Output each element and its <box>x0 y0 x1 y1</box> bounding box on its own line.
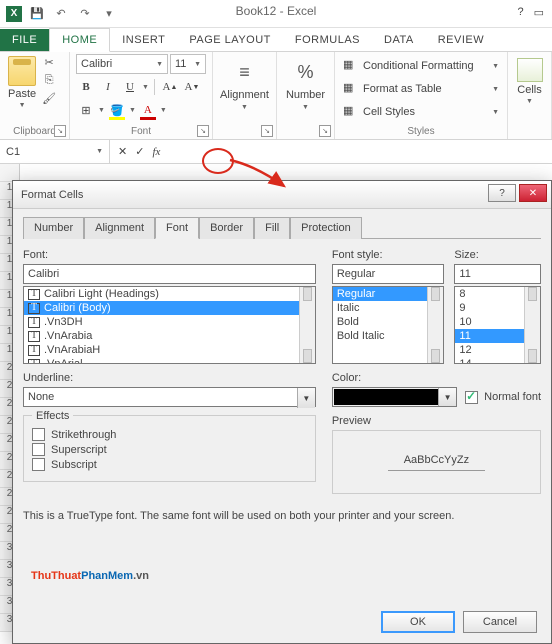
number-dialog-launcher[interactable]: ↘ <box>319 125 331 137</box>
truetype-icon: T <box>28 331 40 342</box>
excel-icon: X <box>6 6 22 22</box>
color-label: Color: <box>332 372 541 384</box>
preview-box: AaBbCcYyZz <box>332 430 541 494</box>
cancel-formula-icon[interactable]: ✕ <box>118 145 127 158</box>
name-box[interactable]: C1▼ <box>0 140 110 163</box>
tab-home[interactable]: HOME <box>49 28 110 52</box>
ribbon-options-icon[interactable]: ▭ <box>534 6 544 19</box>
cell-styles-button[interactable]: ▦Cell Styles▼ <box>343 102 499 122</box>
strikethrough-checkbox[interactable]: Strikethrough <box>32 428 307 441</box>
cells-icon <box>517 58 543 82</box>
conditional-formatting-button[interactable]: ▦Conditional Formatting▼ <box>343 56 499 76</box>
font-listbox[interactable]: TCalibri Light (Headings) TCalibri (Body… <box>23 286 316 364</box>
cells-button[interactable]: Cells ▼ <box>514 54 545 109</box>
superscript-checkbox[interactable]: Superscript <box>32 443 307 456</box>
tab-data[interactable]: DATA <box>372 29 426 51</box>
paste-button[interactable]: Paste ▼ <box>6 54 38 111</box>
tab-insert[interactable]: INSERT <box>110 29 177 51</box>
alignment-dialog-launcher[interactable]: ↘ <box>261 125 273 137</box>
number-button[interactable]: % Number ▼ <box>283 54 328 111</box>
clipboard-dialog-launcher[interactable]: ↘ <box>54 125 66 137</box>
bold-button[interactable]: B <box>76 77 96 97</box>
paste-icon <box>8 56 36 86</box>
shrink-font-button[interactable]: A▼ <box>182 77 202 97</box>
qat-dropdown-icon[interactable]: ▾ <box>100 5 118 23</box>
cancel-button[interactable]: Cancel <box>463 611 537 633</box>
size-label: Size: <box>454 249 541 261</box>
preview-label: Preview <box>332 415 541 427</box>
scrollbar[interactable] <box>524 287 540 363</box>
format-as-table-button[interactable]: ▦Format as Table▼ <box>343 79 499 99</box>
chevron-down-icon[interactable]: ▼ <box>297 388 315 408</box>
tab-file[interactable]: FILE <box>0 29 49 51</box>
border-button[interactable]: ⊞ <box>76 100 96 120</box>
font-style-label: Font style: <box>332 249 445 261</box>
dlg-tab-alignment[interactable]: Alignment <box>84 217 155 239</box>
alignment-icon: ≡ <box>231 58 259 86</box>
help-icon[interactable]: ? <box>517 6 523 19</box>
font-description: This is a TrueType font. The same font w… <box>23 510 541 522</box>
underline-label: Underline: <box>23 372 316 384</box>
undo-icon[interactable]: ↶ <box>52 5 70 23</box>
effects-label: Effects <box>32 410 73 422</box>
styles-label: Styles <box>341 124 501 139</box>
dialog-close-button[interactable]: ✕ <box>519 184 547 202</box>
truetype-icon: T <box>28 345 40 356</box>
dlg-tab-number[interactable]: Number <box>23 217 84 239</box>
scrollbar[interactable] <box>427 287 443 363</box>
redo-icon[interactable]: ↷ <box>76 5 94 23</box>
dlg-tab-font[interactable]: Font <box>155 217 199 239</box>
size-listbox[interactable]: 8 9 10 11 12 14 <box>454 286 541 364</box>
dialog-help-button[interactable]: ? <box>488 184 516 202</box>
enter-formula-icon[interactable]: ✓ <box>135 145 144 158</box>
cs-icon: ▦ <box>343 104 359 120</box>
format-painter-icon[interactable]: 🖌 <box>41 90 57 106</box>
normal-font-checkbox[interactable]: Normal font <box>465 391 541 404</box>
font-style-input[interactable] <box>332 264 445 284</box>
save-icon[interactable]: 💾 <box>28 5 46 23</box>
truetype-icon: T <box>28 317 40 328</box>
font-size-combo[interactable]: 11▼ <box>170 54 206 74</box>
dlg-tab-border[interactable]: Border <box>199 217 254 239</box>
chevron-down-icon[interactable]: ▼ <box>438 388 456 406</box>
watermark: ThuThuatPhanMem.vn <box>31 561 149 585</box>
fill-color-button[interactable]: 🪣 <box>107 100 127 120</box>
ok-button[interactable]: OK <box>381 611 455 633</box>
dlg-tab-protection[interactable]: Protection <box>290 217 362 239</box>
dialog-title: Format Cells <box>21 189 83 201</box>
truetype-icon: T <box>28 303 40 314</box>
copy-icon[interactable]: ⎘ <box>41 72 57 88</box>
tab-review[interactable]: REVIEW <box>426 29 496 51</box>
font-label: Font: <box>23 249 316 261</box>
subscript-checkbox[interactable]: Subscript <box>32 458 307 471</box>
grow-font-button[interactable]: A▲ <box>160 77 180 97</box>
underline-select[interactable] <box>23 387 316 407</box>
font-dialog-launcher[interactable]: ↘ <box>197 125 209 137</box>
tab-formulas[interactable]: FORMULAS <box>283 29 372 51</box>
fx-icon[interactable]: fx <box>152 146 160 158</box>
truetype-icon: T <box>28 359 40 365</box>
font-color-button[interactable]: A <box>138 100 158 120</box>
italic-button[interactable]: I <box>98 77 118 97</box>
tab-page-layout[interactable]: PAGE LAYOUT <box>177 29 283 51</box>
dlg-tab-fill[interactable]: Fill <box>254 217 290 239</box>
number-icon: % <box>292 58 320 86</box>
scrollbar[interactable] <box>299 287 315 363</box>
size-input[interactable] <box>454 264 541 284</box>
fat-icon: ▦ <box>343 81 359 97</box>
font-style-listbox[interactable]: Regular Italic Bold Bold Italic <box>332 286 445 364</box>
cf-icon: ▦ <box>343 58 359 74</box>
format-cells-dialog: Format Cells ? ✕ Number Alignment Font B… <box>12 180 552 644</box>
cut-icon[interactable]: ✂ <box>41 54 57 70</box>
font-input[interactable] <box>23 264 316 284</box>
font-name-combo[interactable]: Calibri▼ <box>76 54 168 74</box>
truetype-icon: T <box>28 289 40 300</box>
font-group-label: Font <box>76 124 206 139</box>
alignment-button[interactable]: ≡ Alignment ▼ <box>219 54 270 111</box>
paste-label: Paste <box>8 88 36 100</box>
underline-button[interactable]: U <box>120 77 140 97</box>
